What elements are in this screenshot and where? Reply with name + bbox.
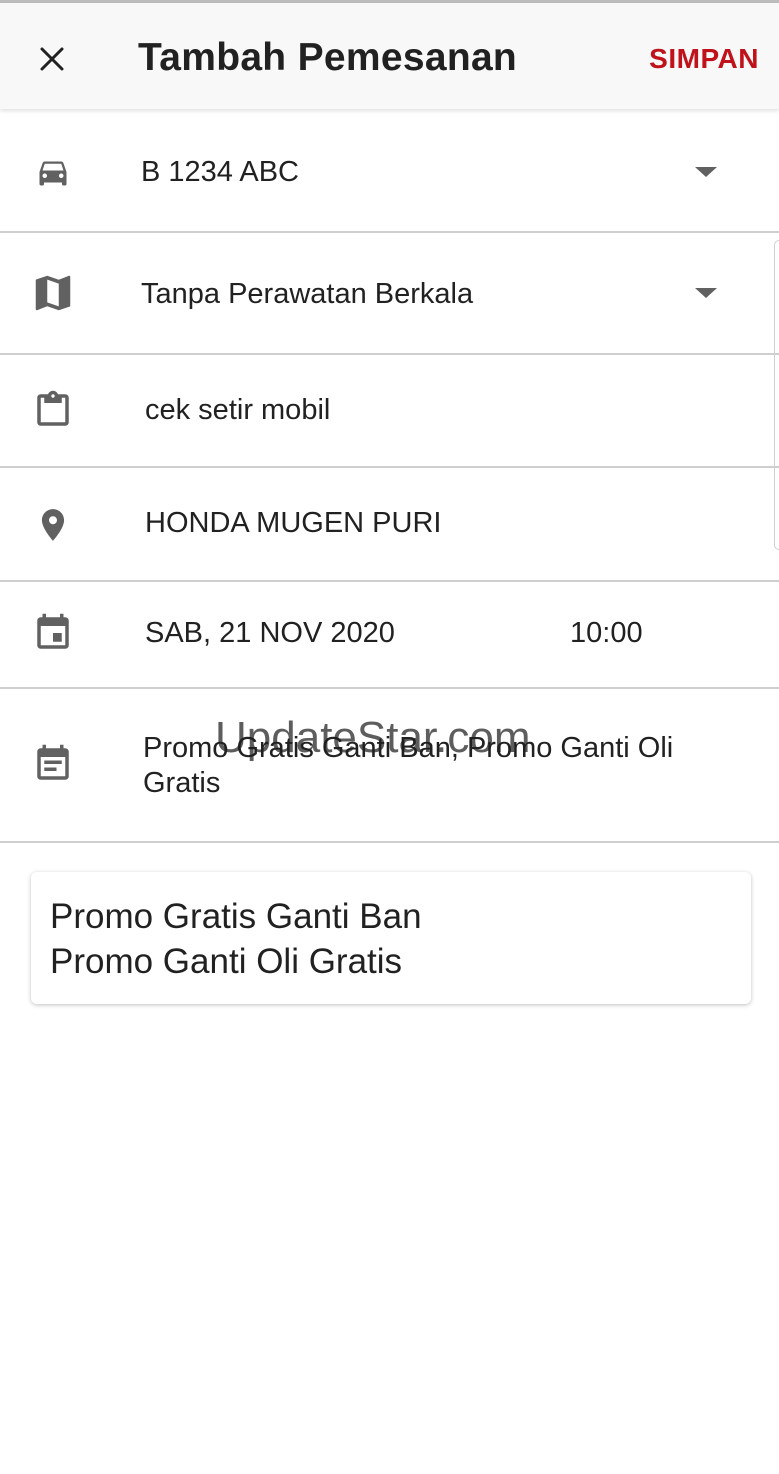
chevron-down-icon[interactable] <box>695 288 717 298</box>
app-bar: Tambah Pemesanan SIMPAN <box>0 3 779 109</box>
page-title: Tambah Pemesanan <box>138 36 518 79</box>
chevron-down-icon[interactable] <box>695 167 717 177</box>
close-icon <box>40 47 64 71</box>
time-value[interactable]: 10:00 <box>570 616 643 650</box>
complaint-field[interactable]: cek setir mobil <box>0 355 779 468</box>
save-button[interactable]: SIMPAN <box>649 41 759 77</box>
promo-card[interactable]: Promo Gratis Ganti Ban Promo Ganti Oli G… <box>31 872 751 1004</box>
date-value[interactable]: SAB, 21 NOV 2020 <box>145 616 395 650</box>
promo-card-item: Promo Gratis Ganti Ban <box>50 897 422 936</box>
calendar-icon <box>28 608 78 658</box>
watermark: UpdateStar.com <box>215 713 531 762</box>
vehicle-select[interactable]: B 1234 ABC <box>0 111 779 233</box>
promo-card-item: Promo Ganti Oli Gratis <box>50 942 403 981</box>
map-icon <box>28 268 78 318</box>
promo-line-2: Gratis <box>143 767 221 799</box>
close-button[interactable] <box>24 31 80 87</box>
location-value: HONDA MUGEN PURI <box>145 507 442 539</box>
complaint-value: cek setir mobil <box>145 394 331 426</box>
location-field[interactable]: HONDA MUGEN PURI <box>0 468 779 582</box>
vehicle-value: B 1234 ABC <box>141 156 299 188</box>
clipboard-icon <box>28 385 78 435</box>
car-icon <box>28 147 78 197</box>
maintenance-value: Tanpa Perawatan Berkala <box>141 278 474 310</box>
maintenance-select[interactable]: Tanpa Perawatan Berkala <box>0 233 779 355</box>
location-pin-icon <box>28 500 78 550</box>
schedule-field[interactable]: SAB, 21 NOV 2020 10:00 <box>0 582 779 689</box>
scroll-edge <box>774 240 779 550</box>
event-note-icon <box>28 739 78 789</box>
